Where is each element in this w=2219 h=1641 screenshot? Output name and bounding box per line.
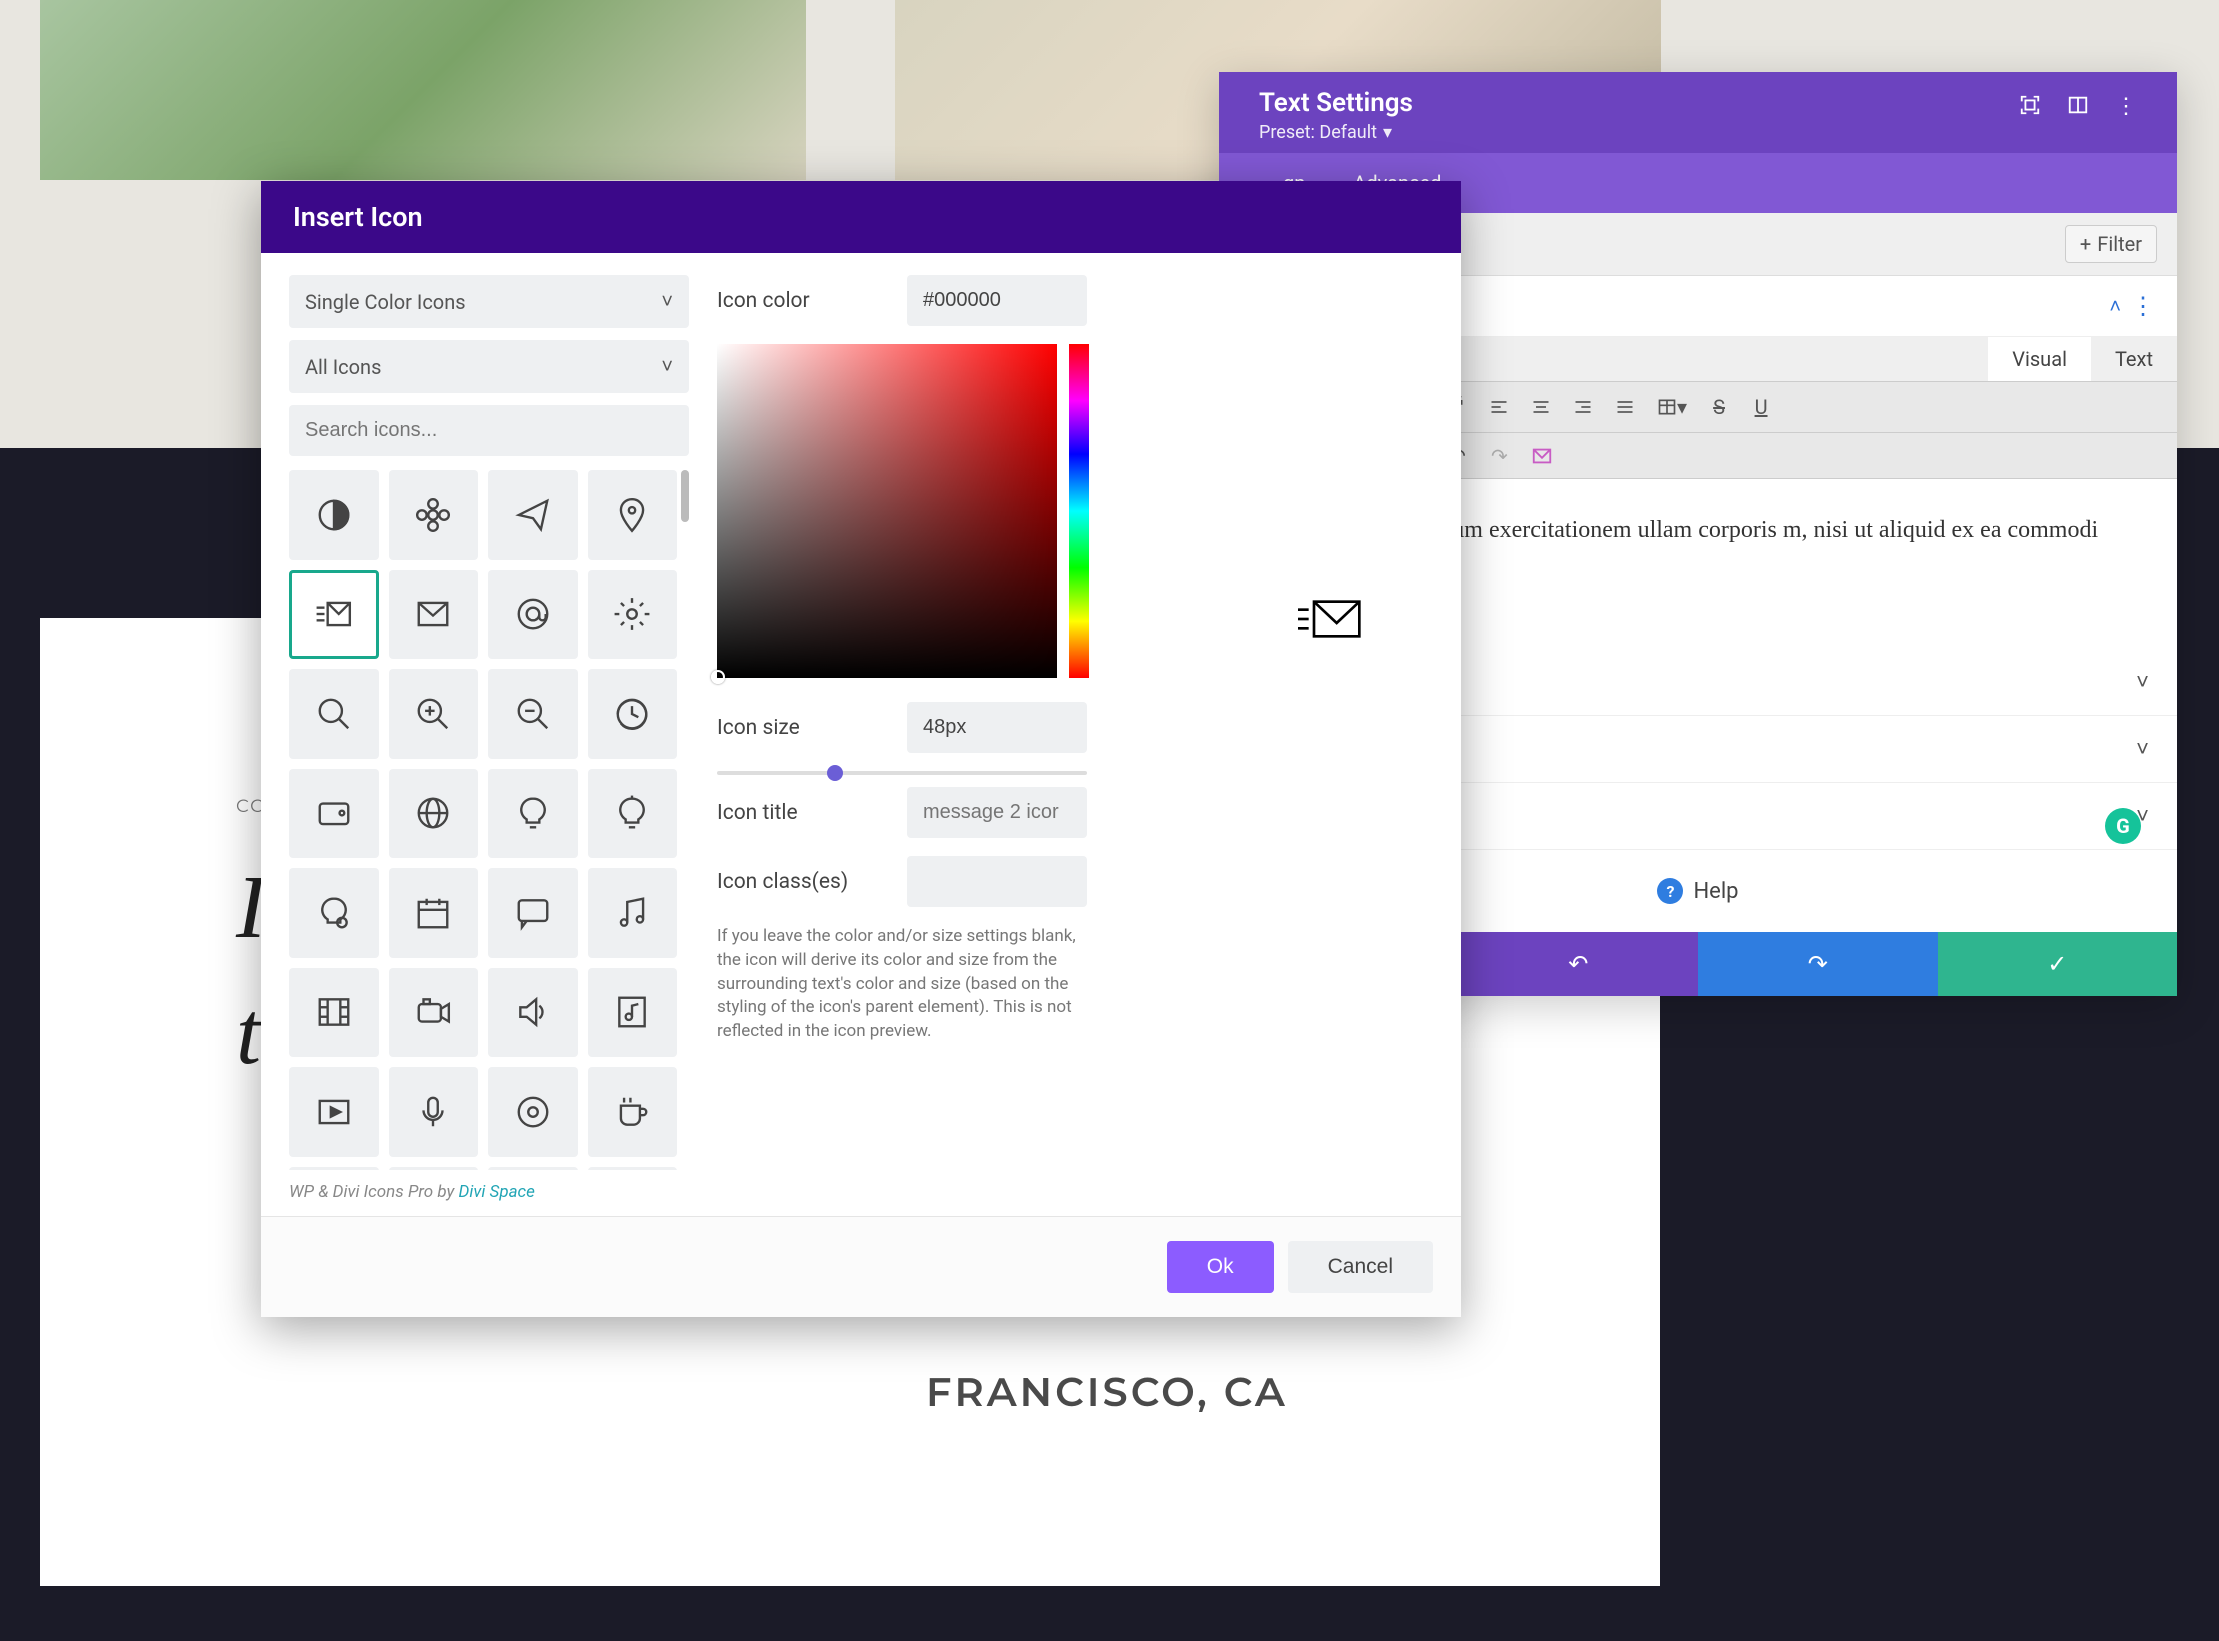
insert-icon-modal: Insert Icon Single Color Icons ˅ All Ico… — [261, 181, 1461, 1317]
undo-icon: ↶ — [1568, 950, 1588, 978]
chevron-down-icon: ˅ — [2136, 669, 2149, 695]
music-note-icon[interactable] — [588, 868, 678, 958]
play-icon[interactable] — [289, 1067, 379, 1157]
disc-icon[interactable] — [488, 1067, 578, 1157]
redo-icon: ↷ — [1808, 950, 1828, 978]
modal-title: Insert Icon — [261, 181, 1461, 253]
contrast-icon[interactable] — [289, 470, 379, 560]
redo-icon[interactable]: ↷ — [1489, 444, 1509, 468]
bulb-gear-icon[interactable] — [289, 868, 379, 958]
editor-tab-visual[interactable]: Visual — [1988, 337, 2091, 381]
wallet-icon[interactable] — [289, 769, 379, 859]
speaker-icon[interactable] — [488, 968, 578, 1058]
underline-icon[interactable]: U — [1751, 395, 1771, 419]
calendar-icon[interactable] — [389, 868, 479, 958]
color-picker-cursor[interactable] — [711, 670, 725, 684]
paper-plane-icon[interactable] — [488, 470, 578, 560]
icon-color-input[interactable] — [907, 275, 1087, 326]
plugin-credit: WP & Divi Icons Pro by Divi Space — [261, 1176, 1461, 1216]
align-center-icon[interactable] — [1531, 397, 1551, 417]
icon-classes-label: Icon class(es) — [717, 870, 887, 894]
icon-title-input[interactable] — [907, 787, 1087, 838]
camera-icon[interactable] — [389, 968, 479, 1058]
icon-color-label: Icon color — [717, 289, 887, 313]
settings-preset-selector[interactable]: Preset: Default ▾ — [1259, 122, 1413, 143]
history-icon[interactable] — [588, 669, 678, 759]
grammarly-badge[interactable]: G — [2105, 808, 2141, 844]
insert-icon-button[interactable] — [1531, 445, 1553, 467]
icon-classes-input[interactable] — [907, 856, 1087, 907]
color-saturation-area[interactable] — [717, 344, 1057, 678]
plus-icon: + — [2080, 232, 2091, 256]
lightbulb-icon[interactable] — [488, 769, 578, 859]
check-icon: ✓ — [2047, 950, 2067, 978]
at-icon[interactable] — [488, 570, 578, 660]
editor-tab-text[interactable]: Text — [2091, 337, 2177, 381]
globe-icon[interactable] — [389, 769, 479, 859]
align-left-icon[interactable] — [1489, 397, 1509, 417]
icon-grid — [289, 470, 689, 1170]
align-right-icon[interactable] — [1573, 397, 1593, 417]
music-file-icon[interactable] — [588, 968, 678, 1058]
icon-preview — [1297, 599, 1363, 643]
help-icon: ? — [1657, 878, 1683, 904]
align-justify-icon[interactable] — [1615, 397, 1635, 417]
idea-icon[interactable] — [588, 769, 678, 859]
columns-icon[interactable] — [2067, 94, 2089, 116]
envelope-icon[interactable] — [389, 570, 479, 660]
settings-header: Text Settings Preset: Default ▾ ⋮ — [1219, 72, 2177, 153]
printer-icon[interactable] — [389, 1167, 479, 1171]
background-image-left — [40, 0, 806, 180]
location-city: FRANCISCO, CA — [926, 1368, 1288, 1417]
gear-icon[interactable] — [588, 570, 678, 660]
chevron-down-icon: ˅ — [661, 289, 673, 314]
kebab-menu-icon[interactable]: ⋮ — [2115, 94, 2137, 116]
chevron-up-icon: ˄ — [2109, 294, 2121, 319]
table-icon[interactable]: ▾ — [1657, 395, 1687, 419]
color-hue-bar[interactable] — [1069, 344, 1089, 678]
ok-button[interactable]: Ok — [1167, 1241, 1274, 1293]
flower-icon[interactable] — [389, 470, 479, 560]
chat-icon[interactable] — [488, 868, 578, 958]
settings-title: Text Settings — [1259, 88, 1413, 118]
strikethrough-icon[interactable]: S — [1709, 395, 1729, 419]
icon-size-slider[interactable] — [717, 771, 1087, 775]
undo-button[interactable]: ↶ — [1459, 932, 1699, 996]
film-icon[interactable] — [289, 968, 379, 1058]
microphone-icon[interactable] — [389, 1067, 479, 1157]
icon-size-label: Icon size — [717, 716, 887, 740]
search-icon[interactable] — [289, 669, 379, 759]
zoom-in-icon[interactable] — [389, 669, 479, 759]
divi-space-link[interactable]: Divi Space — [459, 1182, 535, 1202]
message-icon[interactable] — [289, 570, 379, 660]
chevron-down-icon: ˅ — [2136, 736, 2149, 762]
gift-icon[interactable] — [289, 1167, 379, 1171]
watch-icon[interactable] — [488, 1167, 578, 1171]
fullscreen-icon[interactable] — [2019, 94, 2041, 116]
icon-size-input[interactable] — [907, 702, 1087, 753]
modal-footer: Ok Cancel — [261, 1216, 1461, 1317]
save-button[interactable]: ✓ — [1938, 932, 2178, 996]
icon-category-select[interactable]: All Icons ˅ — [289, 340, 689, 393]
cancel-button[interactable]: Cancel — [1288, 1241, 1433, 1293]
redo-button[interactable]: ↷ — [1698, 932, 1938, 996]
coffee-icon[interactable] — [588, 1067, 678, 1157]
kebab-menu-icon[interactable]: ⋮ — [2131, 292, 2155, 320]
help-label: Help — [1693, 879, 1738, 904]
icon-search-input[interactable] — [289, 405, 689, 456]
icon-help-text: If you leave the color and/or size setti… — [717, 925, 1097, 1044]
icon-title-label: Icon title — [717, 801, 887, 825]
zoom-out-icon[interactable] — [488, 669, 578, 759]
slider-thumb[interactable] — [827, 765, 843, 781]
icon-type-select[interactable]: Single Color Icons ˅ — [289, 275, 689, 328]
icon-grid-scrollbar[interactable] — [681, 470, 689, 522]
caret-down-icon: ▾ — [1383, 122, 1392, 143]
bell-icon[interactable] — [588, 1167, 678, 1171]
chevron-down-icon: ˅ — [661, 354, 673, 379]
pin-icon[interactable] — [588, 470, 678, 560]
filter-button[interactable]: + Filter — [2065, 225, 2157, 263]
